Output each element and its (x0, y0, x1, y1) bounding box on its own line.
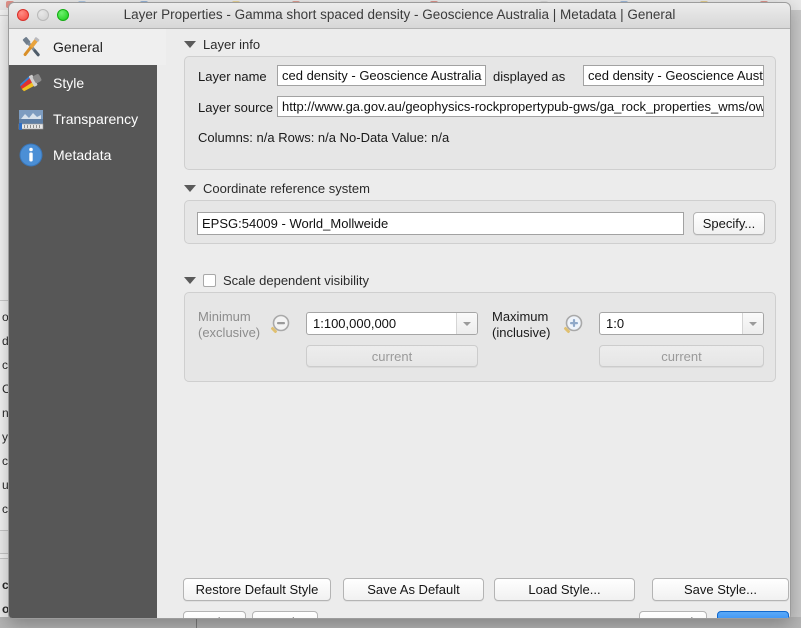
save-style-button[interactable]: Save Style... (652, 578, 789, 601)
layer-name-input[interactable]: ced density - Geoscience Australia (277, 65, 486, 86)
maximum-scale-value: 1:0 (606, 316, 625, 331)
crs-box: EPSG:54009 - World_Mollweide Specify... (184, 200, 776, 244)
content-pane: Layer info Layer name ced density - Geos… (166, 29, 790, 618)
maximum-label-line1: Maximum (492, 309, 549, 324)
paintbrush-icon (17, 69, 45, 97)
maximum-scale-combo[interactable]: 1:0 (599, 312, 764, 335)
scale-visibility-title: Scale dependent visibility (223, 273, 369, 288)
layer-info-section: Layer info Layer name ced density - Geos… (184, 37, 776, 170)
cancel-button[interactable]: Cancel (639, 611, 707, 618)
restore-default-style-button[interactable]: Restore Default Style (183, 578, 331, 601)
dialog-footer: Restore Default Style Save As Default Lo… (9, 569, 790, 618)
minimum-current-button[interactable]: current (306, 345, 478, 367)
layer-stats-text: Columns: n/a Rows: n/a No-Data Value: n/… (198, 130, 450, 145)
maximum-label-line2: (inclusive) (492, 325, 551, 340)
displayed-as-label: displayed as (493, 69, 566, 84)
screen: os d cie C n y cie us cie o c os Layer P… (0, 0, 801, 628)
layer-info-header[interactable]: Layer info (184, 37, 776, 52)
zoom-out-icon[interactable] (267, 313, 293, 344)
chevron-down-icon[interactable] (184, 41, 196, 48)
tools-icon (17, 33, 45, 61)
histogram-icon (17, 105, 45, 133)
zoom-in-icon[interactable] (560, 313, 586, 344)
sidebar-item-label: Metadata (53, 147, 112, 163)
save-as-default-button[interactable]: Save As Default (343, 578, 484, 601)
info-icon (17, 141, 45, 169)
dialog-titlebar[interactable]: Layer Properties - Gamma short spaced de… (9, 3, 790, 29)
sidebar: General Style Transparency Metadata (9, 29, 166, 618)
crs-input[interactable]: EPSG:54009 - World_Mollweide (197, 212, 684, 235)
sidebar-item-transparency[interactable]: Transparency (9, 101, 157, 137)
layer-name-label: Layer name (198, 69, 267, 84)
scale-visibility-box: Minimum (exclusive) 1:100,000,000 curren… (184, 292, 776, 382)
sidebar-item-general[interactable]: General (9, 29, 166, 65)
minimum-scale-combo[interactable]: 1:100,000,000 (306, 312, 478, 335)
layer-info-box: Layer name ced density - Geoscience Aust… (184, 56, 776, 170)
crs-header[interactable]: Coordinate reference system (184, 181, 776, 196)
ok-button[interactable]: OK (717, 611, 789, 618)
scale-visibility-header[interactable]: Scale dependent visibility (184, 273, 776, 288)
chevron-down-icon[interactable] (742, 313, 763, 334)
displayed-as-input[interactable]: ced density - Geoscience Australia (583, 65, 764, 86)
scale-visibility-section: Scale dependent visibility Minimum (excl… (184, 273, 776, 382)
sidebar-item-label: General (53, 39, 103, 55)
maximum-current-button[interactable]: current (599, 345, 764, 367)
specify-crs-button[interactable]: Specify... (693, 212, 765, 235)
layer-source-input[interactable]: http://www.ga.gov.au/geophysics-rockprop… (277, 96, 764, 117)
layer-info-title: Layer info (203, 37, 261, 52)
chevron-down-icon[interactable] (456, 313, 477, 334)
layer-properties-dialog: Layer Properties - Gamma short spaced de… (8, 2, 791, 619)
load-style-button[interactable]: Load Style... (494, 578, 635, 601)
chevron-down-icon[interactable] (184, 277, 196, 284)
crs-title: Coordinate reference system (203, 181, 370, 196)
scale-visibility-checkbox[interactable] (203, 274, 216, 287)
window-title: Layer Properties - Gamma short spaced de… (123, 7, 676, 22)
help-button[interactable]: Help (183, 611, 246, 618)
minimum-scale-value: 1:100,000,000 (313, 316, 397, 331)
sidebar-item-label: Style (53, 75, 85, 91)
minimum-label-line2: (exclusive) (198, 325, 261, 340)
sidebar-item-metadata[interactable]: Metadata (9, 137, 157, 173)
sidebar-item-label: Transparency (53, 111, 139, 127)
layer-source-label: Layer source (198, 100, 274, 115)
sidebar-item-style[interactable]: Style (9, 65, 157, 101)
crs-section: Coordinate reference system EPSG:54009 -… (184, 181, 776, 244)
minimum-label-line1: Minimum (198, 309, 251, 324)
chevron-down-icon[interactable] (184, 185, 196, 192)
dialog-body: General Style Transparency Metadata Laye… (9, 29, 790, 618)
apply-button[interactable]: Apply (252, 611, 318, 618)
